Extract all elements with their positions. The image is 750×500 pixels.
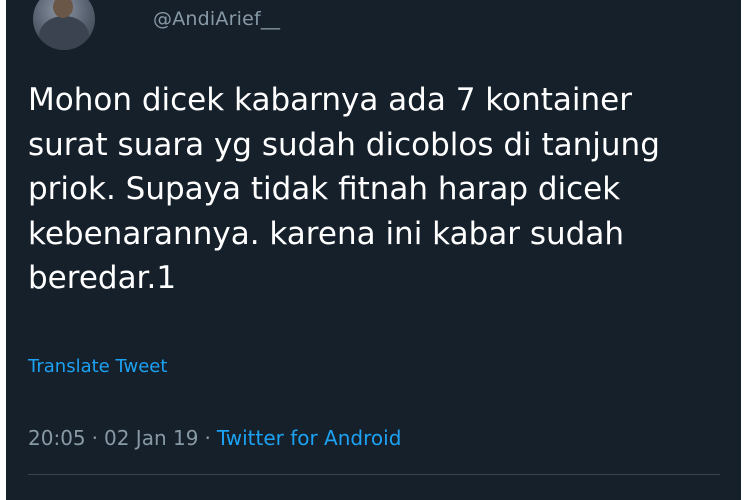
- tweet-meta: 20:05 · 02 Jan 19 · Twitter for Android: [28, 426, 401, 450]
- translate-tweet-link[interactable]: Translate Tweet: [28, 356, 167, 377]
- tweet-text: Mohon dicek kabarnya ada 7 kontainer sur…: [28, 78, 718, 301]
- tweet-text-line: beredar.1: [28, 260, 177, 296]
- tweet-text-line: surat suara yg sudah dicoblos di tanjung: [28, 126, 660, 163]
- avatar-head: [53, 0, 73, 18]
- tweet-source-link[interactable]: Twitter for Android: [217, 426, 402, 450]
- meta-separator: ·: [204, 426, 211, 450]
- meta-separator: ·: [91, 426, 98, 450]
- avatar-shoulders: [39, 16, 89, 50]
- tweet-text-line: kebenarannya. karena ini kabar sudah: [28, 215, 624, 252]
- user-handle[interactable]: @AndiArief__: [153, 8, 280, 30]
- tweet-card: @AndiArief__ Mohon dicek kabarnya ada 7 …: [6, 0, 741, 500]
- tweet-date[interactable]: 02 Jan 19: [104, 426, 198, 450]
- tweet-text-line: priok. Supaya tidak fitnah harap dicek: [28, 171, 621, 207]
- divider: [28, 474, 720, 475]
- tweet-time: 20:05: [28, 426, 86, 450]
- user-avatar[interactable]: [33, 0, 95, 50]
- tweet-text-line: Mohon dicek kabarnya ada 7 kontainer: [28, 82, 632, 118]
